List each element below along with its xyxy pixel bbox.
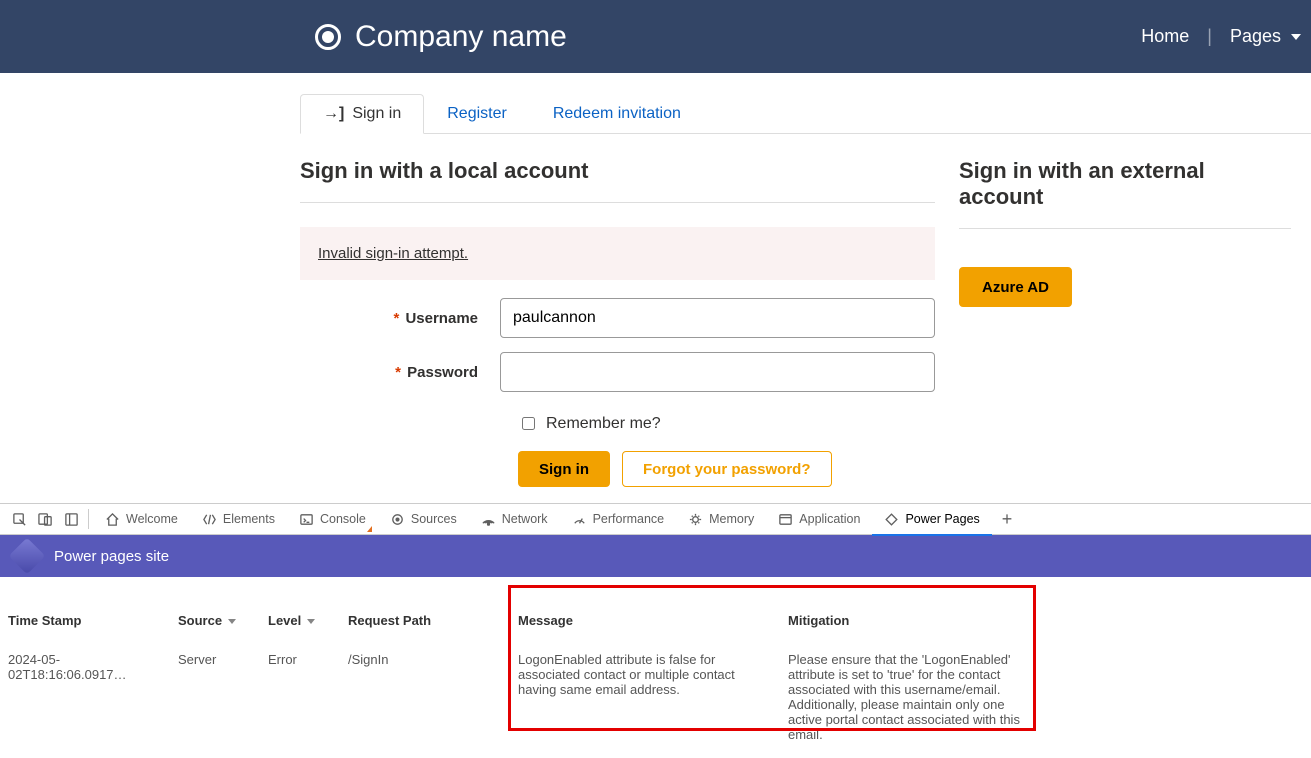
devtab-application-label: Application: [799, 512, 860, 526]
brand-logo-icon: [315, 24, 341, 50]
col-timestamp[interactable]: Time Stamp: [8, 605, 178, 646]
network-icon: [481, 512, 496, 527]
devtab-application[interactable]: Application: [766, 503, 872, 535]
signin-icon: →]: [323, 105, 344, 123]
devtab-add-button[interactable]: +: [992, 509, 1023, 530]
log-header-row: Time Stamp Source Level Request Path Mes…: [8, 605, 1303, 646]
tab-redeem[interactable]: Redeem invitation: [530, 94, 704, 134]
devtab-elements-label: Elements: [223, 512, 275, 526]
devtab-sources-label: Sources: [411, 512, 457, 526]
power-pages-logo-icon: [9, 538, 46, 575]
username-label: * Username: [300, 310, 500, 327]
external-signin-heading: Sign in with an external account: [959, 158, 1291, 229]
device-toggle-icon[interactable]: [32, 506, 58, 532]
cell-level: Error: [268, 646, 348, 748]
devtab-elements[interactable]: Elements: [190, 503, 287, 535]
devtab-network[interactable]: Network: [469, 503, 560, 535]
signin-error-alert: Invalid sign-in attempt.: [300, 227, 935, 280]
azure-ad-button[interactable]: Azure AD: [959, 267, 1072, 307]
tab-signin[interactable]: →] Sign in: [300, 94, 424, 134]
tab-signin-label: Sign in: [352, 105, 401, 123]
devtab-console[interactable]: Console: [287, 503, 378, 535]
cell-mitigation: Please ensure that the 'LogonEnabled' at…: [788, 646, 1038, 748]
power-pages-title: Power pages site: [54, 548, 169, 565]
nav-pages-label: Pages: [1230, 26, 1281, 47]
power-pages-icon: [884, 512, 899, 527]
devtools-tabstrip: Welcome Elements Console Sources Network…: [0, 503, 1311, 535]
brand: Company name: [315, 20, 567, 54]
cell-timestamp: 2024-05-02T18:16:06.0917…: [8, 646, 178, 748]
forgot-password-button[interactable]: Forgot your password?: [622, 451, 832, 487]
devtab-welcome-label: Welcome: [126, 512, 178, 526]
devtab-memory[interactable]: Memory: [676, 503, 766, 535]
auth-tabs: →] Sign in Register Redeem invitation: [300, 93, 1311, 134]
memory-icon: [688, 512, 703, 527]
devtab-welcome[interactable]: Welcome: [93, 503, 190, 535]
log-table: Time Stamp Source Level Request Path Mes…: [8, 605, 1303, 748]
nav-home[interactable]: Home: [1141, 26, 1189, 47]
devtab-memory-label: Memory: [709, 512, 754, 526]
top-nav: Company name Home | Pages: [0, 0, 1311, 73]
devtab-sources[interactable]: Sources: [378, 503, 469, 535]
elements-icon: [202, 512, 217, 527]
devtab-network-label: Network: [502, 512, 548, 526]
inspect-icon[interactable]: [6, 506, 32, 532]
devtab-performance-label: Performance: [593, 512, 665, 526]
chevron-down-icon: [1291, 34, 1301, 40]
application-icon: [778, 512, 793, 527]
tab-register[interactable]: Register: [424, 94, 530, 134]
cell-request-path: /SignIn: [348, 646, 518, 748]
devtab-power-pages-label: Power Pages: [905, 512, 979, 526]
power-pages-panel-header: Power pages site: [0, 535, 1311, 577]
devtab-performance[interactable]: Performance: [560, 503, 677, 535]
performance-icon: [572, 512, 587, 527]
devtab-power-pages[interactable]: Power Pages: [872, 503, 991, 535]
username-label-text: Username: [405, 310, 478, 327]
cell-message: LogonEnabled attribute is false for asso…: [518, 646, 788, 748]
brand-name: Company name: [355, 20, 567, 54]
local-signin-heading: Sign in with a local account: [300, 158, 935, 203]
sources-icon: [390, 512, 405, 527]
nav-separator: |: [1207, 26, 1212, 47]
col-level[interactable]: Level: [268, 605, 348, 646]
col-mitigation[interactable]: Mitigation: [788, 605, 1038, 646]
warning-indicator-icon: [367, 526, 372, 532]
remember-label: Remember me?: [546, 415, 661, 433]
console-icon: [299, 512, 314, 527]
log-row[interactable]: 2024-05-02T18:16:06.0917… Server Error /…: [8, 646, 1303, 748]
home-icon: [105, 512, 120, 527]
col-source[interactable]: Source: [178, 605, 268, 646]
password-label: * Password: [300, 364, 500, 381]
username-input[interactable]: [500, 298, 935, 338]
col-message[interactable]: Message: [518, 605, 788, 646]
password-label-text: Password: [407, 364, 478, 381]
col-request-path[interactable]: Request Path: [348, 605, 518, 646]
panel-toggle-icon[interactable]: [58, 506, 84, 532]
remember-checkbox[interactable]: [522, 417, 535, 430]
devtab-console-label: Console: [320, 512, 366, 526]
devtools-separator: [88, 509, 89, 529]
password-input[interactable]: [500, 352, 935, 392]
signin-button[interactable]: Sign in: [518, 451, 610, 487]
nav-pages[interactable]: Pages: [1230, 26, 1301, 47]
cell-source: Server: [178, 646, 268, 748]
